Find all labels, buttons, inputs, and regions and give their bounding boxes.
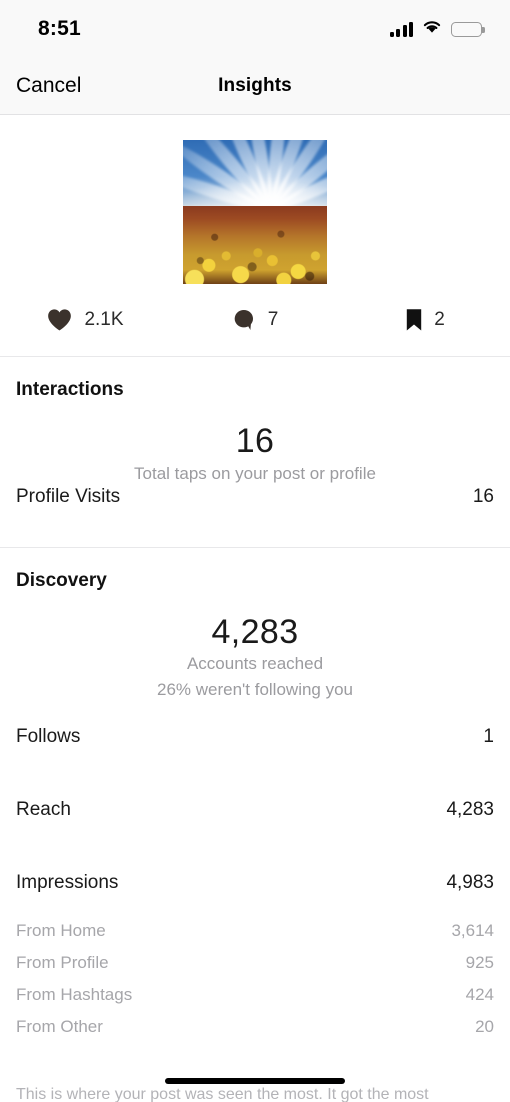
home-indicator[interactable] [165,1078,345,1084]
thumbnail-sky [183,140,327,207]
metric-label: From Profile [16,953,109,973]
metric-label: Reach [16,799,71,821]
metric-label: Profile Visits [16,485,121,507]
comments-stat[interactable]: 7 [170,308,340,332]
interactions-title: Interactions [16,379,124,400]
interactions-caption: Total taps on your post or profile [134,463,376,483]
metric-value: 1 [483,726,494,748]
metric-value: 20 [475,1017,494,1037]
wifi-icon [422,19,442,39]
likes-count: 2.1K [84,309,124,330]
comment-icon [232,308,257,332]
metric-row-from-hashtags: From Hashtags 424 [16,985,494,1017]
metric-label: Follows [16,726,81,748]
metric-row-follows[interactable]: Follows 1 [16,726,494,775]
post-thumbnail[interactable] [183,140,327,284]
insights-screen: 8:51 Cancel Insights 2.1K 7 2 Interactio… [0,0,510,1102]
metric-row-reach[interactable]: Reach 4,283 [16,799,494,848]
cancel-button[interactable]: Cancel [14,70,83,102]
metric-value: 4,983 [446,872,494,894]
cellular-signal-icon [389,21,413,37]
metric-row-from-other: From Other 20 [16,1017,494,1049]
metric-row-from-profile: From Profile 925 [16,953,494,985]
status-time: 8:51 [38,17,81,40]
likes-stat[interactable]: 2.1K [0,308,170,332]
status-bar: 8:51 [0,0,510,58]
non-follower-caption: 26% weren't following you [156,680,354,700]
metric-label: From Hashtags [16,985,133,1005]
metric-label: Impressions [16,872,119,894]
post-preview [0,115,510,284]
discovery-title: Discovery [16,569,107,591]
metric-row-from-home: From Home 3,614 [16,921,494,953]
nav-bar: Cancel Insights [0,58,510,115]
thumbnail-flower-field [183,206,327,284]
saves-count: 2 [434,309,445,330]
interactions-total: 16 [235,422,275,460]
bookmark-icon [405,308,423,332]
metric-row-impressions[interactable]: Impressions 4,983 [16,872,494,921]
interactions-summary: 16 Total taps on your post or profile [16,401,494,486]
metric-value: 925 [465,953,494,973]
comments-count: 7 [267,309,279,330]
impressions-footnote: This is where your post was seen the mos… [16,1085,429,1102]
accounts-reached-caption: Accounts reached [186,654,324,674]
battery-full-icon [451,21,485,37]
engagement-stats-row: 2.1K 7 2 [0,284,510,357]
status-icons [389,19,485,39]
metric-label: From Home [16,921,106,941]
discovery-summary: 4,283 Accounts reached 26% weren't follo… [16,592,494,703]
metric-value: 424 [465,985,494,1005]
saves-stat[interactable]: 2 [340,308,510,332]
metric-value: 4,283 [446,799,494,821]
heart-icon [46,308,73,332]
interactions-section: Interactions 16 Total taps on your post … [0,357,510,548]
discovery-section: Discovery 4,283 Accounts reached 26% wer… [0,548,510,1050]
metric-value: 16 [472,485,494,507]
metric-value: 3,614 [451,921,494,941]
accounts-reached-total: 4,283 [211,612,299,651]
metric-row-profile-visits[interactable]: Profile Visits 16 [16,486,494,535]
metric-label: From Other [16,1017,103,1037]
